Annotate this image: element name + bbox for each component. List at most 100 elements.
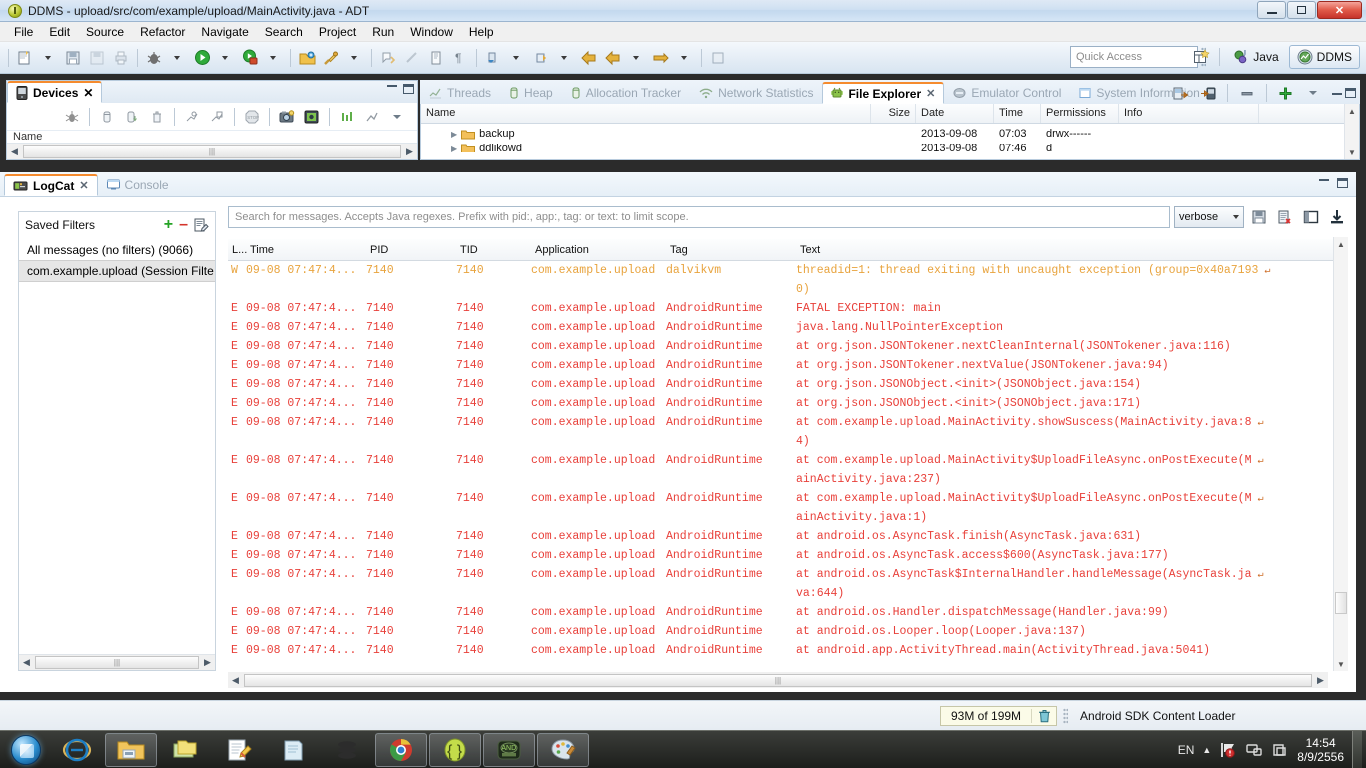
table-row[interactable]: E09-08 07:47:4...71407140com.example.upl… [228,489,1348,508]
trash-icon[interactable] [146,106,168,128]
previous-edit-icon[interactable] [482,47,504,69]
tab-emulator-control[interactable]: Emulator Control [944,82,1070,104]
table-row[interactable]: E09-08 07:47:4...71407140com.example.upl… [228,356,1348,375]
open-resource-icon[interactable] [296,47,318,69]
column-name[interactable]: Name [421,104,871,123]
column-info[interactable]: Info [1119,104,1259,123]
new-folder-icon[interactable] [1275,82,1297,104]
table-row[interactable]: E09-08 07:47:4...71407140com.example.upl… [228,451,1348,470]
security-alert-icon[interactable] [1219,742,1237,758]
taskbar-clock[interactable]: 14:54 8/9/2556 [1297,736,1344,764]
pin-editor-icon[interactable] [707,47,729,69]
taskbar-folders-icon[interactable] [159,733,211,767]
screen-capture-icon[interactable] [276,106,298,128]
column-tid[interactable]: TID [456,244,531,256]
close-icon[interactable]: ✕ [79,179,88,192]
table-row[interactable]: ▶ backup 2013-09-08 07:03 drwx------ [421,124,1359,144]
network-icon[interactable] [1245,742,1263,758]
column-tag[interactable]: Tag [666,244,796,256]
back-dropdown-icon[interactable] [626,47,648,69]
table-row[interactable]: E09-08 07:47:4...71407140com.example.upl… [228,413,1348,432]
run-external-tools-icon[interactable] [239,47,261,69]
debug-bug-icon[interactable] [61,106,83,128]
last-edit-location-icon[interactable] [425,47,447,69]
edit-filter-icon[interactable] [194,218,209,232]
tab-logcat[interactable]: LogCat ✕ [4,174,98,196]
quick-access-input[interactable]: Quick Access [1070,46,1198,68]
scrollbar-thumb[interactable] [1335,592,1347,614]
scroll-right-icon[interactable]: ▶ [402,144,417,159]
taskbar-paint-palette-icon[interactable] [537,733,589,767]
tab-devices[interactable]: Devices ✕ [7,81,102,103]
scroll-right-icon[interactable]: ▶ [200,655,215,670]
show-hidden-icons-button[interactable]: ▲ [1202,745,1211,755]
scroll-down-icon[interactable]: ▼ [1348,145,1356,159]
delete-icon[interactable] [1236,82,1258,104]
taskbar-internet-explorer-icon[interactable] [51,733,103,767]
add-filter-button[interactable]: + [164,219,173,231]
trash-icon[interactable] [1032,709,1056,723]
perspective-java[interactable]: J Java [1226,45,1285,69]
stop-process-icon[interactable]: STOP [241,106,263,128]
show-whitespace-icon[interactable]: ¶ [449,47,471,69]
show-desktop-button[interactable] [1352,731,1362,768]
taskbar-database-icon[interactable] [321,733,373,767]
filter-item-all-messages[interactable]: All messages (no filters) (9066) [19,240,215,260]
table-row[interactable]: W09-08 07:47:4...71407140com.example.upl… [228,261,1348,280]
menu-project[interactable]: Project [311,23,364,41]
update-heap-icon[interactable] [96,106,118,128]
file-explorer-vertical-scrollbar[interactable]: ▲ ▼ [1344,104,1359,159]
tab-file-explorer[interactable]: File Explorer ✕ [822,82,944,104]
table-row[interactable]: E09-08 07:47:4...71407140com.example.upl… [228,318,1348,337]
table-row[interactable]: E09-08 07:47:4...71407140com.example.upl… [228,375,1348,394]
column-text[interactable]: Text [796,244,1348,256]
filter-item-session[interactable]: com.example.upload (Session Filte [19,260,215,282]
logcat-vertical-scrollbar[interactable]: ▲ ▼ [1333,237,1348,671]
view-menu-icon[interactable] [386,106,408,128]
remove-filter-button[interactable]: – [179,219,188,231]
table-row[interactable]: E09-08 07:47:4...71407140com.example.upl… [228,337,1348,356]
clear-log-icon[interactable] [1274,206,1296,228]
tab-heap[interactable]: Heap [500,82,562,104]
menu-navigate[interactable]: Navigate [193,23,256,41]
menu-file[interactable]: File [6,23,41,41]
start-orb-icon[interactable] [2,733,50,767]
minimize-icon[interactable] [1332,92,1342,95]
taskbar-chrome-icon[interactable] [375,733,427,767]
tab-network-statistics[interactable]: Network Statistics [690,82,822,104]
column-time[interactable]: Time [994,104,1041,123]
run-external-dropdown-icon[interactable] [263,47,285,69]
stop-method-profiling-icon[interactable] [206,106,228,128]
minimize-icon[interactable] [1319,178,1329,181]
table-row[interactable]: E09-08 07:47:4...71407140com.example.upl… [228,603,1348,622]
log-level-select[interactable]: verbose [1174,206,1244,228]
scroll-down-icon[interactable]: ▼ [1337,657,1345,671]
expand-arrow-icon[interactable]: ▶ [451,130,457,139]
scroll-right-icon[interactable]: ▶ [1313,673,1328,688]
dump-hprof-icon[interactable] [121,106,143,128]
maximize-icon[interactable] [403,84,414,94]
forward-icon[interactable] [650,47,672,69]
taskbar-file-explorer-icon[interactable] [105,733,157,767]
taskbar-document-icon[interactable] [267,733,319,767]
column-size[interactable]: Size [871,104,916,123]
search-dropdown-icon[interactable] [344,47,366,69]
scroll-left-icon[interactable]: ◀ [19,655,34,670]
heap-status[interactable]: 93M of 199M [940,706,1057,726]
table-row[interactable]: E09-08 07:47:4...71407140com.example.upl… [228,546,1348,565]
column-time[interactable]: Time [246,244,366,256]
perspective-ddms[interactable]: DDMS [1289,45,1360,69]
column-application[interactable]: Application [531,244,666,256]
scroll-up-icon[interactable]: ▲ [1337,237,1345,251]
maximize-icon[interactable] [1337,178,1348,188]
status-drag-grip[interactable] [1063,708,1068,724]
next-annotation-icon[interactable] [377,47,399,69]
tab-allocation-tracker[interactable]: Allocation Tracker [562,82,690,104]
logcat-message-list[interactable]: W09-08 07:47:4...71407140com.example.upl… [228,261,1348,671]
table-row[interactable]: E09-08 07:47:4...71407140com.example.upl… [228,622,1348,641]
table-row[interactable]: E09-08 07:47:4...71407140com.example.upl… [228,641,1348,660]
tab-console[interactable]: Console [98,174,178,196]
scrollbar-thumb[interactable]: ||| [23,145,401,158]
scrollbar-thumb[interactable]: ||| [244,674,1312,687]
debug-dropdown-icon[interactable] [167,47,189,69]
